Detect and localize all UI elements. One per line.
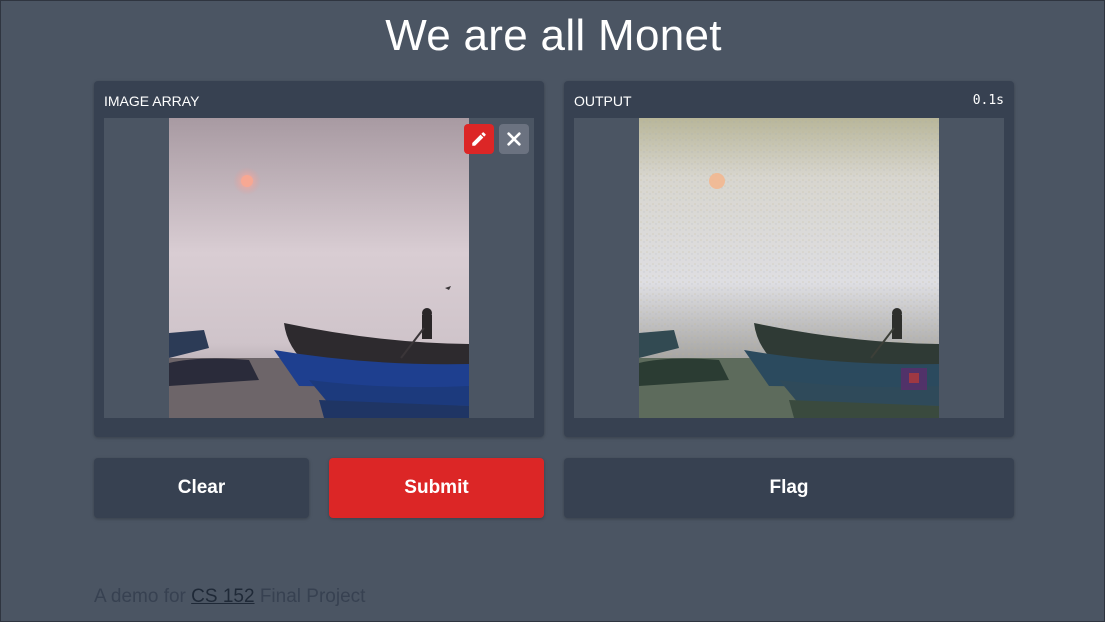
footer-text: A demo for CS 152 Final Project [94,586,365,608]
submit-button[interactable]: Submit [329,458,544,518]
close-icon [507,132,521,146]
flag-button[interactable]: Flag [564,458,1014,518]
input-image-area[interactable] [104,118,534,418]
output-panel-label: OUTPUT [574,93,632,109]
input-image [169,118,469,418]
output-image [639,118,939,418]
input-panel-label: IMAGE ARRAY [104,93,200,109]
page-title: We are all Monet [385,11,722,60]
output-panel: OUTPUT 0.1s [564,81,1014,437]
input-panel: IMAGE ARRAY [94,81,544,437]
footer-link[interactable]: CS 152 [191,586,254,607]
app-frame: We are all Monet IMAGE ARRAY OUTPUT 0.1s… [0,0,1105,622]
pencil-icon [472,132,486,146]
output-image-area [574,118,1004,418]
edit-image-button[interactable] [464,124,494,154]
footer-prefix: A demo for [94,586,186,607]
clear-button[interactable]: Clear [94,458,309,518]
clear-image-button[interactable] [499,124,529,154]
output-time: 0.1s [972,93,1004,108]
footer-suffix: Final Project [259,586,366,607]
